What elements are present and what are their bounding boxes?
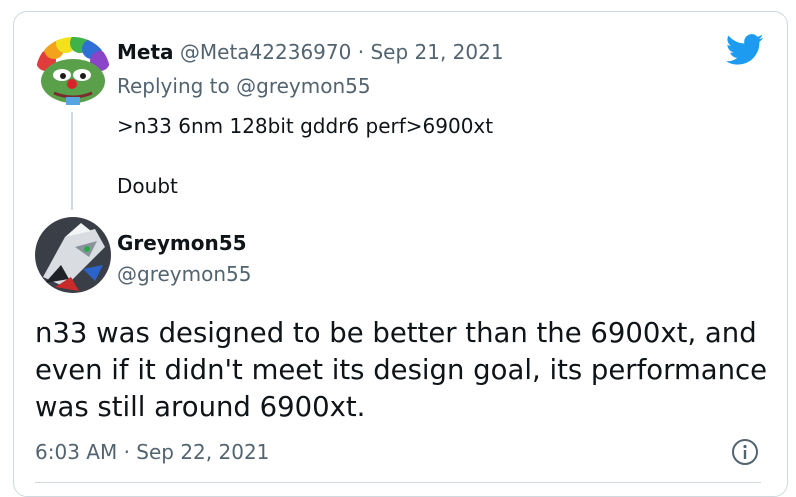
- divider: [35, 482, 761, 483]
- replying-to-handle[interactable]: @greymon55: [236, 74, 370, 98]
- twitter-bird-icon[interactable]: [726, 34, 764, 66]
- meta-avatar[interactable]: [36, 37, 110, 107]
- separator-dot: ·: [357, 40, 365, 64]
- reply-tweet-header: Meta @Meta42236970 · Sep 21, 2021: [117, 40, 504, 64]
- main-author-name[interactable]: Greymon55: [117, 231, 247, 255]
- replying-to-label: Replying to: [117, 74, 230, 98]
- main-author-handle[interactable]: @greymon55: [117, 262, 251, 286]
- reply-date[interactable]: Sep 21, 2021: [370, 40, 503, 64]
- info-icon[interactable]: [731, 438, 759, 466]
- main-tweet-timestamp[interactable]: 6:03 AM · Sep 22, 2021: [35, 440, 269, 464]
- main-tweet-text: n33 was designed to be better than the 6…: [35, 317, 768, 423]
- reply-author-name[interactable]: Meta: [117, 40, 174, 64]
- replying-to-line: Replying to @greymon55: [117, 74, 371, 98]
- greymon-avatar[interactable]: [35, 217, 111, 293]
- reply-text-line-2: Doubt: [117, 174, 178, 198]
- reply-text-line-1: >n33 6nm 128bit gddr6 perf>6900xt: [117, 114, 494, 138]
- thread-connector-line: [71, 112, 73, 210]
- reply-author-handle[interactable]: @Meta42236970: [180, 40, 351, 64]
